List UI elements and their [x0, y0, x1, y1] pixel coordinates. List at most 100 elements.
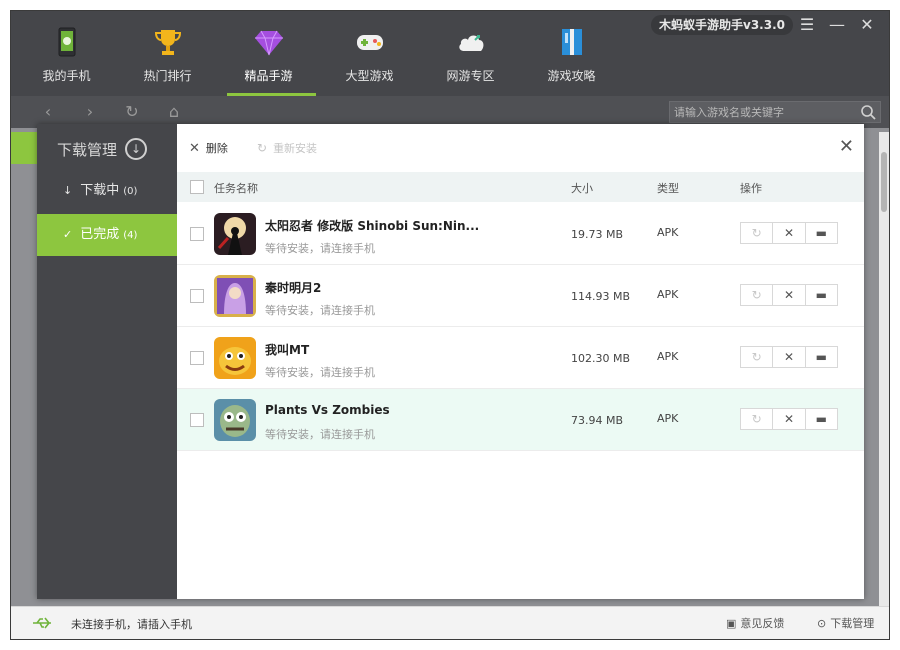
page-scrollbar[interactable] — [879, 132, 889, 606]
reinstall-icon[interactable]: ↻ — [741, 347, 772, 367]
reinstall-icon[interactable]: ↻ — [741, 409, 772, 429]
table-row[interactable]: 我叫MT 等待安装，请连接手机 102.30 MB APK ↻ ✕ ▬ — [177, 327, 864, 389]
table-header: 任务名称 大小 类型 操作 — [177, 172, 864, 202]
nav-label: 大型游戏 — [345, 69, 394, 83]
wojiaomt-game-icon — [214, 337, 256, 379]
reinstall-icon[interactable]: ↻ — [741, 223, 772, 243]
nav-label: 我的手机 — [42, 69, 91, 83]
download-manager-dialog: 下载管理 ↓ ↓ 下载中(0) ✓ 已完成(4) ✕ 删除 ↻ 重新安装 ✕ — [37, 124, 864, 599]
column-header-type: 类型 — [657, 182, 679, 195]
tab-count: (0) — [123, 186, 138, 197]
nav-item-large-games[interactable]: 大型游戏 — [319, 11, 420, 96]
file-type: APK — [657, 350, 679, 363]
download-icon: ⊙ — [817, 616, 827, 630]
table-row[interactable]: 秦时明月2 等待安装，请连接手机 114.93 MB APK ↻ ✕ ▬ — [177, 265, 864, 327]
download-toolbar: ✕ 删除 ↻ 重新安装 ✕ — [177, 124, 864, 172]
delete-icon[interactable]: ✕ — [772, 409, 804, 429]
folder-icon[interactable]: ▬ — [804, 347, 837, 367]
trophy-icon — [154, 30, 182, 55]
reinstall-button[interactable]: ↻ 重新安装 — [257, 140, 317, 156]
qinshi-game-icon — [214, 275, 256, 317]
table-row[interactable]: 太阳忍者 修改版 Shinobi Sun:Nin... 等待安装，请连接手机 1… — [177, 203, 864, 265]
reinstall-icon[interactable]: ↻ — [741, 285, 772, 305]
scrollbar-thumb[interactable] — [881, 152, 887, 212]
download-manager-link[interactable]: ⊙ 下载管理 — [817, 615, 874, 631]
down-arrow-icon: ↓ — [63, 184, 73, 197]
download-manager-title: 下载管理 ↓ — [57, 138, 148, 160]
refresh-icon[interactable]: ↻ — [123, 103, 141, 121]
background-tab-indicator — [11, 132, 37, 164]
install-status: 等待安装，请连接手机 — [265, 366, 375, 379]
column-header-actions: 操作 — [740, 182, 762, 195]
table-row[interactable]: Plants Vs Zombies 等待安装，请连接手机 73.94 MB AP… — [177, 389, 864, 451]
reinstall-icon: ↻ — [257, 141, 268, 155]
game-name: 秦时明月2 — [265, 281, 322, 295]
search-icon[interactable] — [860, 104, 876, 120]
gamepad-icon — [357, 35, 383, 50]
feedback-label: 意见反馈 — [740, 617, 785, 630]
delete-icon[interactable]: ✕ — [772, 223, 804, 243]
top-nav-bar: 我的手机 热门排行 精品手游 大型游戏 网游专区 游戏攻略 木蚂蚁手游助手v3.… — [11, 11, 889, 96]
install-status: 等待安装，请连接手机 — [265, 304, 375, 317]
minimize-button[interactable]: — — [826, 15, 848, 35]
select-all-checkbox[interactable] — [190, 180, 204, 194]
nav-label: 网游专区 — [446, 69, 495, 83]
file-size: 73.94 MB — [571, 414, 624, 427]
tab-completed[interactable]: ✓ 已完成 (4) — [37, 214, 177, 256]
row-checkbox[interactable] — [190, 351, 204, 365]
file-size: 102.30 MB — [571, 352, 631, 365]
delete-icon[interactable]: ✕ — [772, 285, 804, 305]
app-window: 我的手机 热门排行 精品手游 大型游戏 网游专区 游戏攻略 木蚂蚁手游助手v3.… — [10, 10, 890, 640]
row-checkbox[interactable] — [190, 227, 204, 241]
download-circle-icon: ↓ — [125, 138, 148, 160]
tab-label: 已完成 — [80, 227, 120, 242]
delete-x-icon: ✕ — [189, 140, 200, 156]
row-actions: ↻ ✕ ▬ — [740, 408, 838, 430]
feedback-link[interactable]: ▣ 意见反馈 — [726, 615, 784, 631]
file-type: APK — [657, 288, 679, 301]
download-manager-label: 下载管理 — [830, 617, 875, 630]
forward-icon[interactable]: › — [81, 103, 99, 121]
app-brand: 木蚂蚁手游助手v3.3.0 — [651, 15, 793, 35]
download-sidebar: 下载管理 ↓ ↓ 下载中 (0) ✓ 已完成 (4) — [37, 124, 177, 599]
download-list-panel: ✕ 删除 ↻ 重新安装 ✕ 任务名称 大小 类型 操作 太阳忍者 修改版 Shi… — [177, 124, 864, 599]
nav-label: 热门排行 — [143, 69, 192, 83]
tab-downloading[interactable]: ↓ 下载中 (0) — [37, 170, 177, 212]
diamond-icon — [255, 30, 283, 56]
file-size: 114.93 MB — [571, 290, 631, 303]
delete-icon[interactable]: ✕ — [772, 347, 804, 367]
folder-icon[interactable]: ▬ — [804, 409, 837, 429]
row-checkbox[interactable] — [190, 413, 204, 427]
file-type: APK — [657, 226, 679, 239]
delete-button[interactable]: ✕ 删除 — [189, 140, 228, 156]
shinobi-game-icon — [214, 213, 256, 255]
row-checkbox[interactable] — [190, 289, 204, 303]
close-window-button[interactable]: ✕ — [856, 15, 878, 35]
back-icon[interactable]: ‹ — [39, 103, 57, 121]
usb-icon — [33, 617, 51, 629]
feedback-icon: ▣ — [726, 616, 737, 630]
settings-icon[interactable]: ☰ — [796, 15, 818, 35]
nav-item-online-games[interactable]: 网游专区 — [420, 11, 521, 96]
folder-icon[interactable]: ▬ — [804, 285, 837, 305]
nav-label: 游戏攻略 — [547, 69, 596, 83]
file-type: APK — [657, 412, 679, 425]
tab-label: 下载中 — [80, 183, 120, 198]
phone-icon — [58, 27, 76, 57]
row-actions: ↻ ✕ ▬ — [740, 284, 838, 306]
nav-item-game-guides[interactable]: 游戏攻略 — [521, 11, 622, 96]
search-input[interactable] — [674, 104, 854, 120]
check-icon: ✓ — [63, 228, 73, 241]
close-dialog-button[interactable]: ✕ — [839, 136, 854, 157]
nav-item-featured-games[interactable]: 精品手游 — [218, 11, 319, 96]
game-name: 太阳忍者 修改版 Shinobi Sun:Nin... — [265, 219, 480, 233]
game-name: Plants Vs Zombies — [265, 403, 390, 417]
folder-icon[interactable]: ▬ — [804, 223, 837, 243]
cloud-icon — [459, 35, 484, 51]
nav-item-my-phone[interactable]: 我的手机 — [16, 11, 117, 96]
tab-count: (4) — [123, 230, 138, 241]
connection-status: 未连接手机，请插入手机 — [71, 618, 192, 631]
search-box — [669, 101, 881, 123]
home-icon[interactable]: ⌂ — [165, 103, 183, 121]
nav-item-hot-ranking[interactable]: 热门排行 — [117, 11, 218, 96]
